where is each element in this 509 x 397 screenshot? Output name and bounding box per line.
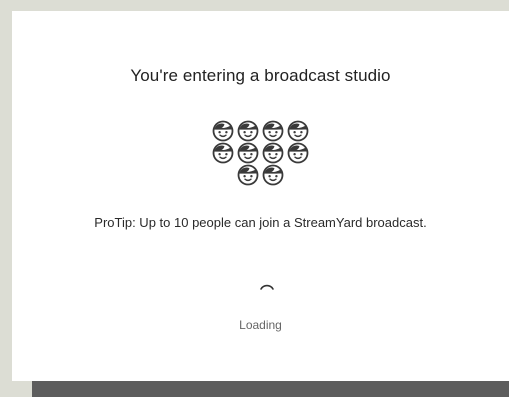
protip-text: ProTip: Up to 10 people can join a Strea… [94,215,427,230]
loading-spinner-icon [260,284,274,290]
face-icon [211,142,235,164]
face-row [12,120,509,142]
loading-label: Loading [239,318,282,332]
face-icon [236,164,260,186]
participant-faces [12,120,509,186]
face-icon [236,120,260,142]
face-icon [211,120,235,142]
face-icon [236,142,260,164]
face-icon [286,142,310,164]
face-icon [286,120,310,142]
face-icon [261,142,285,164]
face-icon [261,120,285,142]
dialog-title: You're entering a broadcast studio [130,66,391,85]
face-row [12,142,509,164]
face-row [12,164,509,186]
background-bottom-bar [32,381,509,397]
face-icon [261,164,285,186]
loading-dialog: You're entering a broadcast studio ProTi… [12,11,509,381]
